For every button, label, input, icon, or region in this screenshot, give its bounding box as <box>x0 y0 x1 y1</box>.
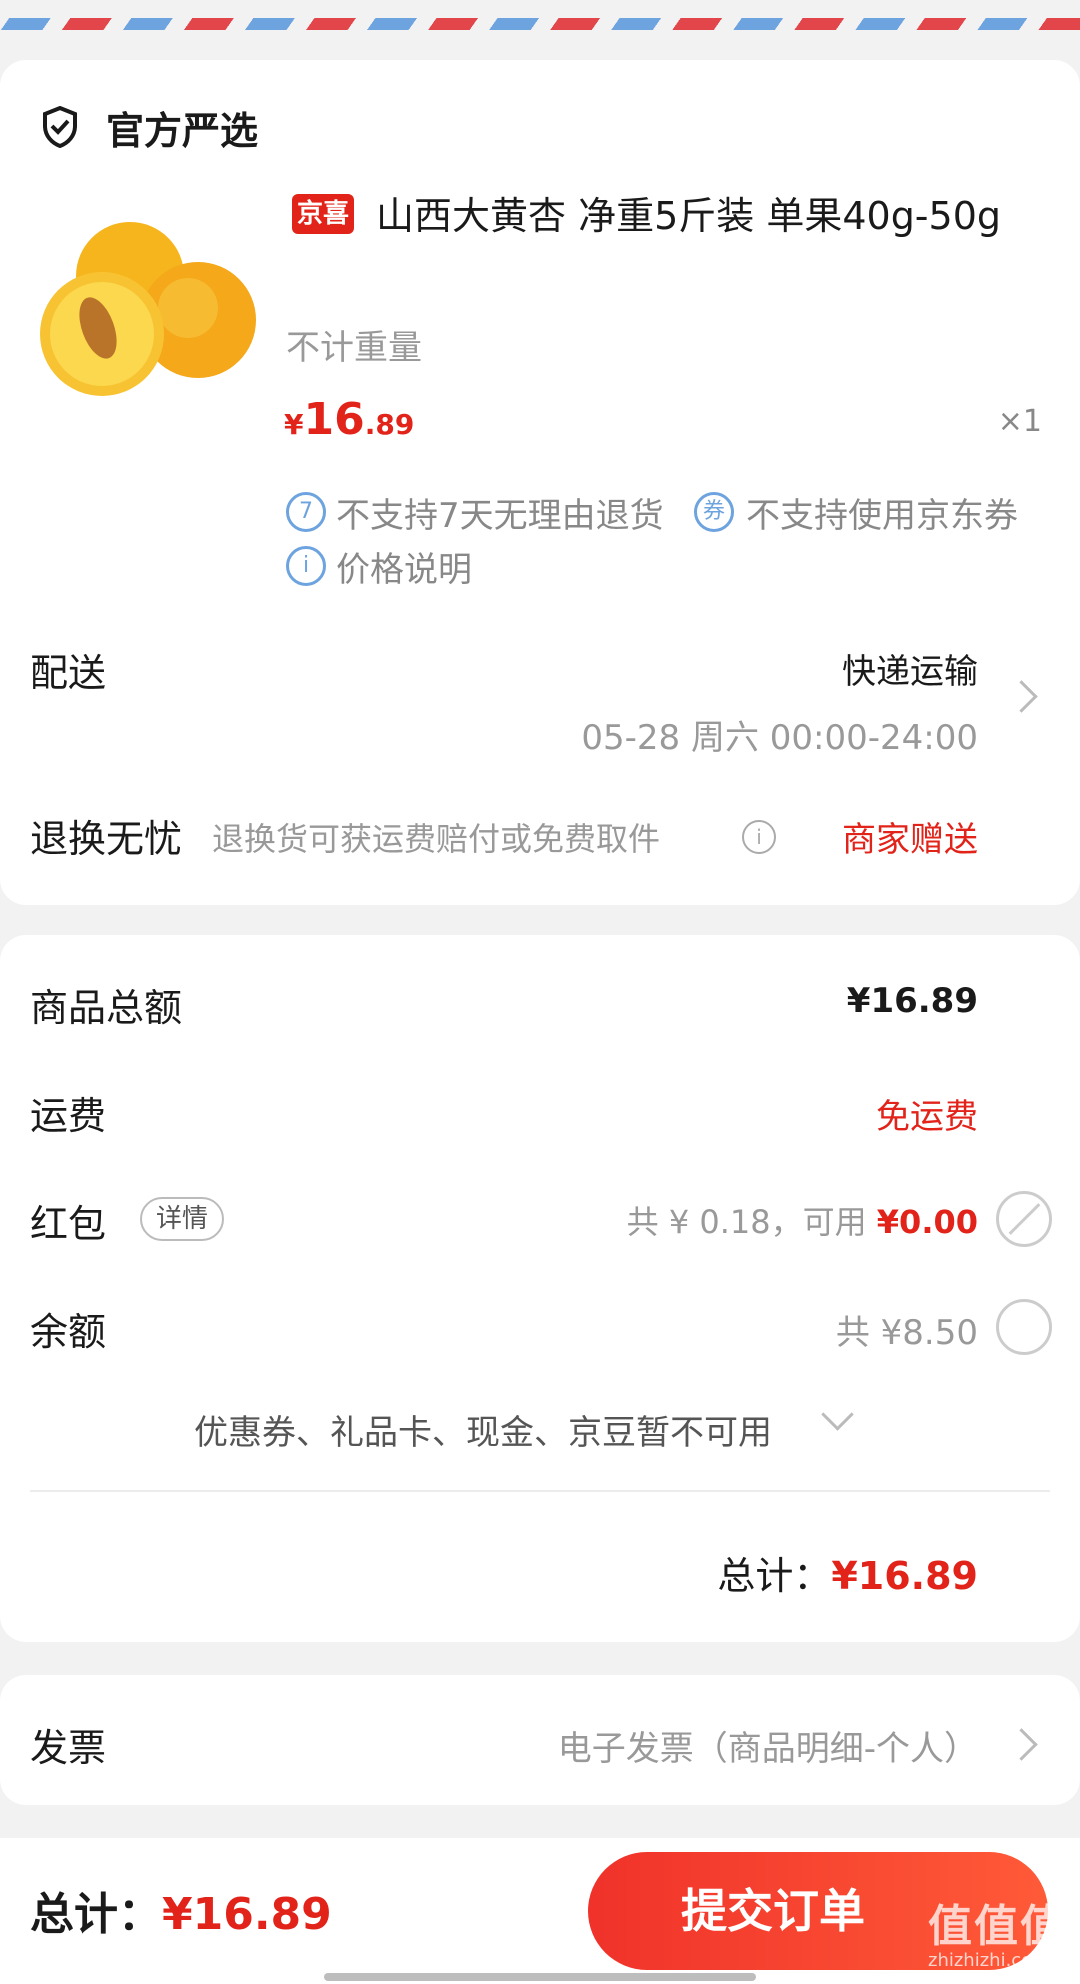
summary-total: 总计：¥16.89 <box>717 1545 978 1600</box>
product-spec: 不计重量 <box>286 328 422 368</box>
service-no-return: 不支持7天无理由退货 <box>336 496 664 536</box>
no-return-icon: 7 <box>286 492 326 532</box>
summary-card: 商品总额 ¥16.89 运费 免运费 红包 详情 共 ¥ 0.18，可用 ¥0.… <box>0 935 1080 1642</box>
returns-label: 退换无忧 <box>30 817 183 861</box>
chevron-right-icon[interactable] <box>1005 680 1038 713</box>
product-card: 官方严选 京喜 山西大黄杏 净重5斤装 单果40g-50g 不计重量 ¥16.8… <box>0 60 1080 905</box>
delivery-time[interactable]: 05-28 周六 00:00-24:00 <box>581 710 978 759</box>
service-no-coupon: 不支持使用京东券 <box>746 496 1018 536</box>
product-image[interactable] <box>30 208 256 434</box>
product-quantity: ×1 <box>997 404 1042 439</box>
returns-value: 商家赠送 <box>842 820 978 860</box>
delivery-label: 配送 <box>30 651 107 695</box>
bottom-bar: 总计：¥16.89 提交订单 值值值 zhizhizhi.com <box>0 1838 1080 1984</box>
price-currency: ¥ <box>284 408 304 441</box>
balance-toggle[interactable] <box>996 1299 1052 1355</box>
info-icon[interactable]: i <box>742 820 776 854</box>
goods-total-label: 商品总额 <box>30 986 183 1030</box>
unavailable-note[interactable]: 优惠券、礼品卡、现金、京豆暂不可用 <box>194 1405 772 1454</box>
submit-order-label: 提交订单 <box>681 1884 865 1938</box>
invoice-label: 发票 <box>30 1726 107 1770</box>
redpacket-values: 共 ¥ 0.18，可用 ¥0.00 <box>627 1197 978 1243</box>
balance-total: 共 ¥8.50 <box>835 1313 978 1353</box>
balance-label: 余额 <box>30 1310 107 1354</box>
divider <box>30 1490 1050 1492</box>
price-integer: 16 <box>303 394 365 445</box>
shop-title: 官方严选 <box>106 109 259 153</box>
redpacket-available: ¥0.00 <box>876 1203 978 1241</box>
delivery-method[interactable]: 快递运输 <box>842 644 978 693</box>
bottom-total-label: 总计： <box>30 1889 162 1940</box>
price-decimal: .89 <box>364 408 415 441</box>
redpacket-toggle[interactable] <box>996 1191 1052 1247</box>
airmail-stripes <box>0 18 1080 30</box>
no-coupon-icon: 券 <box>694 492 734 532</box>
home-indicator[interactable] <box>324 1973 756 1981</box>
invoice-value[interactable]: 电子发票（商品明细-个人） <box>558 1721 978 1770</box>
shipping-value: 免运费 <box>876 1097 978 1137</box>
redpacket-label: 红包 <box>30 1202 107 1246</box>
redpacket-total: 共 ¥ 0.18，可用 <box>626 1203 867 1241</box>
product-price: ¥16.89 <box>284 394 414 445</box>
product-title[interactable]: 山西大黄杏 净重5斤装 单果40g-50g <box>284 186 1014 246</box>
invoice-card[interactable]: 发票 电子发票（商品明细-个人） <box>0 1675 1080 1805</box>
redpacket-detail-button[interactable]: 详情 <box>140 1197 225 1241</box>
price-explanation-link[interactable]: 价格说明 <box>336 542 472 591</box>
chevron-right-icon[interactable] <box>1005 1728 1038 1761</box>
info-icon: i <box>286 546 326 586</box>
shipping-label: 运费 <box>30 1094 107 1138</box>
watermark-logo: 值值值 <box>928 1901 1066 1952</box>
returns-desc: 退换货可获运费赔付或免费取件 <box>212 820 661 858</box>
shield-check-icon <box>43 106 77 148</box>
goods-total-value: ¥16.89 <box>846 981 978 1021</box>
chevron-down-icon[interactable] <box>821 1398 854 1431</box>
bottom-total-value: ¥16.89 <box>162 1889 332 1940</box>
bottom-total: 总计：¥16.89 <box>30 1878 332 1942</box>
summary-total-value: ¥16.89 <box>831 1554 978 1598</box>
airmail-border <box>0 0 1080 34</box>
watermark-url: zhizhizhi.com <box>928 1950 1050 1971</box>
summary-total-label: 总计： <box>717 1554 832 1598</box>
